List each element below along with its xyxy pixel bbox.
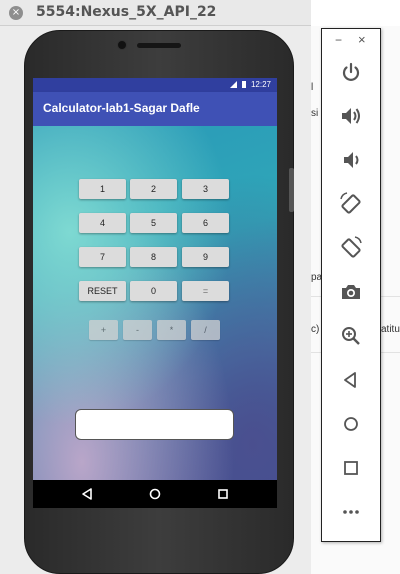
front-camera xyxy=(117,40,127,50)
rotate-left-icon[interactable] xyxy=(338,191,364,217)
status-time: 12:27 xyxy=(250,80,271,89)
speaker-grille xyxy=(137,43,181,48)
emulator-toolbar: − × xyxy=(321,28,381,542)
back-icon[interactable] xyxy=(79,486,95,502)
volume-down-icon[interactable] xyxy=(338,147,364,173)
overview-icon[interactable] xyxy=(215,486,231,502)
result-field[interactable] xyxy=(75,409,234,440)
background-text: c) xyxy=(311,324,320,335)
multiply-button[interactable]: * xyxy=(157,320,186,340)
background-text: l xyxy=(311,82,314,93)
status-bar: 12:27 xyxy=(33,78,277,92)
navigation-bar xyxy=(33,480,277,508)
phone-screen: 12:27 Calculator-lab1-Sagar Dafle 1 2 3 … xyxy=(33,78,277,508)
key-8[interactable]: 8 xyxy=(130,247,177,267)
window-title: 5554:Nexus_5X_API_22 xyxy=(36,4,217,20)
window-titlebar: × 5554:Nexus_5X_API_22 xyxy=(0,0,311,26)
key-5[interactable]: 5 xyxy=(130,213,177,233)
background-text: atitu xyxy=(381,324,400,335)
plus-button[interactable]: + xyxy=(89,320,118,340)
signal-icon xyxy=(229,81,237,89)
emulator-window: × 5554:Nexus_5X_API_22 12:27 Calculator-… xyxy=(0,0,311,574)
volume-up-icon[interactable] xyxy=(338,103,364,129)
battery-icon xyxy=(241,81,246,89)
key-4[interactable]: 4 xyxy=(79,213,126,233)
zoom-icon[interactable] xyxy=(338,323,364,349)
power-icon[interactable] xyxy=(338,59,364,85)
back-icon[interactable] xyxy=(338,367,364,393)
minus-button[interactable]: - xyxy=(123,320,152,340)
key-1[interactable]: 1 xyxy=(79,179,126,199)
rotate-right-icon[interactable] xyxy=(338,235,364,261)
toolbar-close-button[interactable]: × xyxy=(358,32,366,47)
key-2[interactable]: 2 xyxy=(130,179,177,199)
app-bar: Calculator-lab1-Sagar Dafle xyxy=(33,92,277,126)
more-icon[interactable] xyxy=(338,499,364,525)
divide-button[interactable]: / xyxy=(191,320,220,340)
home-icon[interactable] xyxy=(147,486,163,502)
key-0[interactable]: 0 xyxy=(130,281,177,301)
key-7[interactable]: 7 xyxy=(79,247,126,267)
camera-icon[interactable] xyxy=(338,279,364,305)
phone-side-button[interactable] xyxy=(289,168,294,212)
app-title: Calculator-lab1-Sagar Dafle xyxy=(43,101,200,115)
reset-button[interactable]: RESET xyxy=(79,281,126,301)
calculator-content: 1 2 3 4 5 6 7 8 9 RESET 0 = + - * / xyxy=(33,126,277,480)
key-9[interactable]: 9 xyxy=(182,247,229,267)
window-close-button[interactable]: × xyxy=(9,6,23,20)
overview-icon[interactable] xyxy=(338,455,364,481)
equals-button[interactable]: = xyxy=(182,281,229,301)
key-3[interactable]: 3 xyxy=(182,179,229,199)
background-text: si xyxy=(311,108,319,119)
key-6[interactable]: 6 xyxy=(182,213,229,233)
toolbar-minimize-button[interactable]: − xyxy=(335,33,342,47)
home-icon[interactable] xyxy=(338,411,364,437)
